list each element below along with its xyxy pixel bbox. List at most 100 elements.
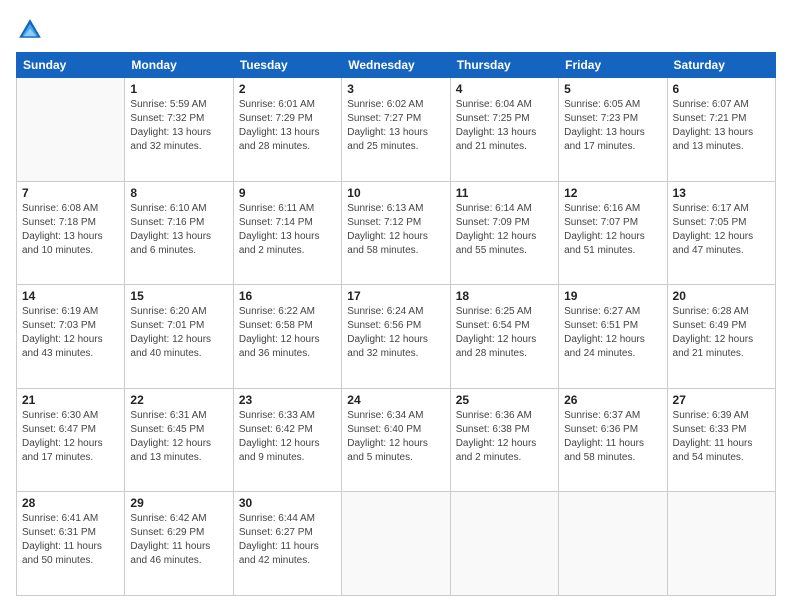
day-number: 30 xyxy=(239,496,336,510)
calendar-cell: 26Sunrise: 6:37 AMSunset: 6:36 PMDayligh… xyxy=(559,388,667,492)
day-info: Sunrise: 6:27 AM xyxy=(564,305,661,319)
day-info: and 2 minutes. xyxy=(456,451,553,465)
day-number: 23 xyxy=(239,393,336,407)
day-info: and 17 minutes. xyxy=(22,451,119,465)
day-info: and 51 minutes. xyxy=(564,244,661,258)
day-info: Sunrise: 6:39 AM xyxy=(673,409,770,423)
day-info: Sunrise: 6:44 AM xyxy=(239,512,336,526)
calendar-cell: 8Sunrise: 6:10 AMSunset: 7:16 PMDaylight… xyxy=(125,181,233,285)
day-info: Sunrise: 6:16 AM xyxy=(564,202,661,216)
day-header-friday: Friday xyxy=(559,53,667,78)
day-info: Daylight: 13 hours xyxy=(130,126,227,140)
day-number: 4 xyxy=(456,82,553,96)
calendar-cell: 22Sunrise: 6:31 AMSunset: 6:45 PMDayligh… xyxy=(125,388,233,492)
day-info: Sunset: 7:05 PM xyxy=(673,216,770,230)
day-number: 14 xyxy=(22,289,119,303)
day-info: and 43 minutes. xyxy=(22,347,119,361)
day-number: 11 xyxy=(456,186,553,200)
day-header-sunday: Sunday xyxy=(17,53,125,78)
day-info: Sunrise: 6:24 AM xyxy=(347,305,444,319)
day-info: Daylight: 13 hours xyxy=(239,230,336,244)
day-info: Sunset: 6:36 PM xyxy=(564,423,661,437)
calendar-cell: 11Sunrise: 6:14 AMSunset: 7:09 PMDayligh… xyxy=(450,181,558,285)
day-info: Sunset: 6:45 PM xyxy=(130,423,227,437)
day-info: Sunrise: 6:11 AM xyxy=(239,202,336,216)
day-number: 24 xyxy=(347,393,444,407)
day-number: 2 xyxy=(239,82,336,96)
day-info: Daylight: 11 hours xyxy=(130,540,227,554)
day-info: Sunrise: 6:31 AM xyxy=(130,409,227,423)
calendar-cell: 28Sunrise: 6:41 AMSunset: 6:31 PMDayligh… xyxy=(17,492,125,596)
day-info: Daylight: 11 hours xyxy=(564,437,661,451)
day-info: Daylight: 12 hours xyxy=(456,437,553,451)
calendar-week-row: 7Sunrise: 6:08 AMSunset: 7:18 PMDaylight… xyxy=(17,181,776,285)
day-info: Daylight: 12 hours xyxy=(130,437,227,451)
day-info: Sunrise: 6:10 AM xyxy=(130,202,227,216)
day-info: Daylight: 12 hours xyxy=(456,333,553,347)
day-number: 21 xyxy=(22,393,119,407)
day-info: Daylight: 12 hours xyxy=(347,333,444,347)
day-info: Sunrise: 6:08 AM xyxy=(22,202,119,216)
calendar-cell xyxy=(450,492,558,596)
day-number: 18 xyxy=(456,289,553,303)
logo xyxy=(16,16,48,44)
day-info: Sunset: 6:27 PM xyxy=(239,526,336,540)
day-info: Sunset: 6:47 PM xyxy=(22,423,119,437)
day-info: and 21 minutes. xyxy=(456,140,553,154)
day-number: 6 xyxy=(673,82,770,96)
day-info: Sunset: 7:32 PM xyxy=(130,112,227,126)
day-info: Sunset: 7:12 PM xyxy=(347,216,444,230)
day-info: and 5 minutes. xyxy=(347,451,444,465)
day-info: and 47 minutes. xyxy=(673,244,770,258)
day-header-wednesday: Wednesday xyxy=(342,53,450,78)
calendar-cell: 15Sunrise: 6:20 AMSunset: 7:01 PMDayligh… xyxy=(125,285,233,389)
calendar-table: SundayMondayTuesdayWednesdayThursdayFrid… xyxy=(16,52,776,596)
calendar-cell xyxy=(667,492,775,596)
day-info: and 55 minutes. xyxy=(456,244,553,258)
calendar-week-row: 1Sunrise: 5:59 AMSunset: 7:32 PMDaylight… xyxy=(17,78,776,182)
day-info: Sunrise: 6:42 AM xyxy=(130,512,227,526)
calendar-cell: 25Sunrise: 6:36 AMSunset: 6:38 PMDayligh… xyxy=(450,388,558,492)
calendar-cell: 7Sunrise: 6:08 AMSunset: 7:18 PMDaylight… xyxy=(17,181,125,285)
day-number: 27 xyxy=(673,393,770,407)
day-info: Daylight: 13 hours xyxy=(456,126,553,140)
calendar-cell: 12Sunrise: 6:16 AMSunset: 7:07 PMDayligh… xyxy=(559,181,667,285)
day-info: Sunset: 6:42 PM xyxy=(239,423,336,437)
day-info: Daylight: 13 hours xyxy=(347,126,444,140)
day-info: Sunset: 6:58 PM xyxy=(239,319,336,333)
day-info: and 32 minutes. xyxy=(130,140,227,154)
day-number: 17 xyxy=(347,289,444,303)
day-number: 12 xyxy=(564,186,661,200)
day-number: 25 xyxy=(456,393,553,407)
calendar-cell: 4 Sunrise: 6:04 AMSunset: 7:25 PMDaylight… xyxy=(450,78,558,182)
day-info: and 28 minutes. xyxy=(239,140,336,154)
day-info: Sunrise: 6:04 AM xyxy=(456,98,553,112)
calendar-cell: 19Sunrise: 6:27 AMSunset: 6:51 PMDayligh… xyxy=(559,285,667,389)
day-info: Sunrise: 6:30 AM xyxy=(22,409,119,423)
calendar-cell: 6Sunrise: 6:07 AMSunset: 7:21 PMDaylight… xyxy=(667,78,775,182)
calendar-cell: 13Sunrise: 6:17 AMSunset: 7:05 PMDayligh… xyxy=(667,181,775,285)
day-number: 5 xyxy=(564,82,661,96)
day-info: Sunset: 6:38 PM xyxy=(456,423,553,437)
day-info: Daylight: 11 hours xyxy=(22,540,119,554)
day-info: and 25 minutes. xyxy=(347,140,444,154)
day-info: and 21 minutes. xyxy=(673,347,770,361)
day-info: and 46 minutes. xyxy=(130,554,227,568)
day-number: 3 xyxy=(347,82,444,96)
day-info: Sunrise: 6:41 AM xyxy=(22,512,119,526)
calendar-cell: 10Sunrise: 6:13 AMSunset: 7:12 PMDayligh… xyxy=(342,181,450,285)
day-info: Daylight: 13 hours xyxy=(239,126,336,140)
day-number: 13 xyxy=(673,186,770,200)
day-info: Sunrise: 6:14 AM xyxy=(456,202,553,216)
day-info: Daylight: 12 hours xyxy=(564,230,661,244)
day-info: Sunset: 6:40 PM xyxy=(347,423,444,437)
day-info: Sunrise: 6:37 AM xyxy=(564,409,661,423)
day-info: Daylight: 12 hours xyxy=(347,437,444,451)
calendar-cell: 5Sunrise: 6:05 AMSunset: 7:23 PMDaylight… xyxy=(559,78,667,182)
logo-icon xyxy=(16,16,44,44)
calendar-page: SundayMondayTuesdayWednesdayThursdayFrid… xyxy=(0,0,792,612)
day-info: Sunset: 7:25 PM xyxy=(456,112,553,126)
day-info: Sunrise: 6:28 AM xyxy=(673,305,770,319)
header xyxy=(16,16,776,44)
calendar-week-row: 28Sunrise: 6:41 AMSunset: 6:31 PMDayligh… xyxy=(17,492,776,596)
